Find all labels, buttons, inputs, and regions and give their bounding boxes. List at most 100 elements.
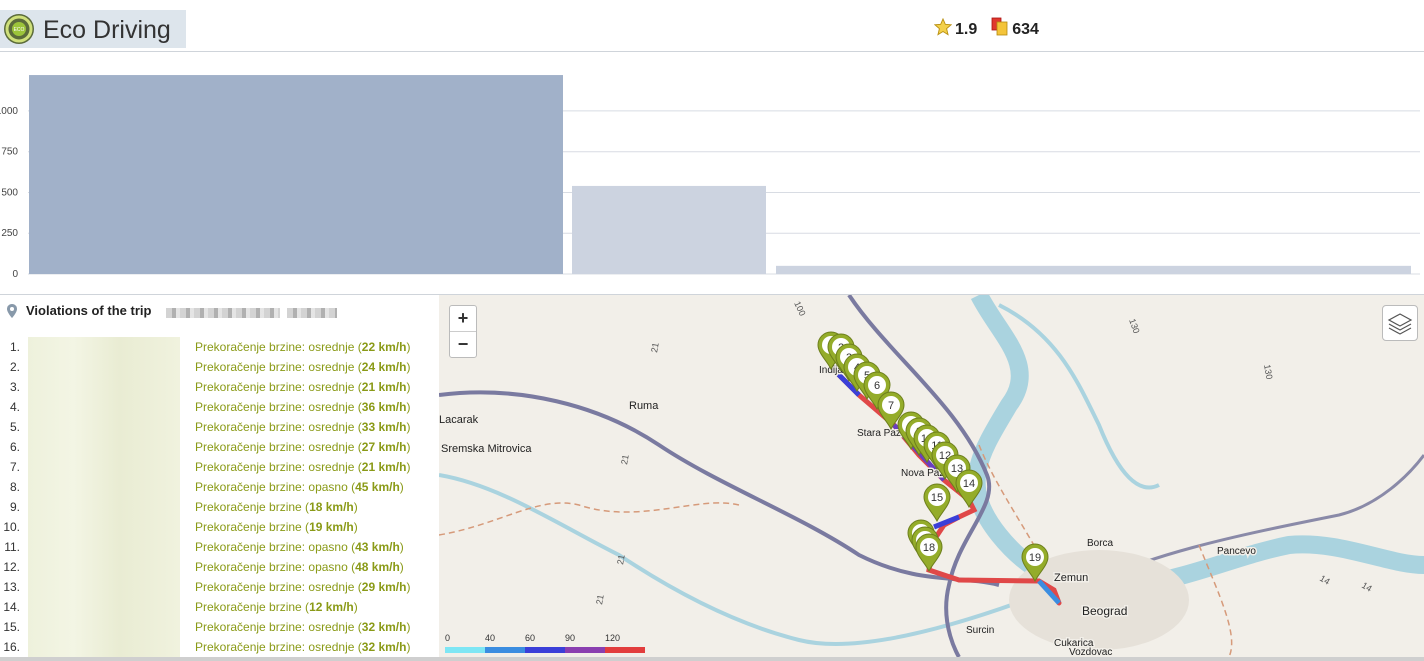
violation-close: ) (406, 340, 411, 354)
redacted-violation-time (28, 557, 180, 577)
violation-text[interactable]: Prekoračenje brzine (18 km/h) (195, 500, 358, 514)
violation-row[interactable]: 5. Prekoračenje brzine: osrednje (33 km/h… (0, 417, 438, 437)
violation-row[interactable]: 9. Prekoračenje brzine (18 km/h) (0, 497, 438, 517)
speed-legend-tick: 0 (445, 633, 451, 643)
violation-row[interactable]: 6. Prekoračenje brzine: osrednje (27 km/h… (0, 437, 438, 457)
location-pin-icon (7, 303, 17, 318)
map-canvas[interactable]: RumaLacarakSremska MitrovicaStara Pazova… (439, 295, 1424, 657)
violation-speed: 33 km/h (361, 420, 407, 434)
violation-marker[interactable]: 18 (915, 533, 943, 573)
violation-text[interactable]: Prekoračenje brzine: opasno (45 km/h) (195, 480, 404, 494)
violation-desc: Prekoračenje brzine: osrednje ( (195, 440, 362, 454)
violation-row[interactable]: 8. Prekoračenje brzine: opasno (45 km/h) (0, 477, 438, 497)
zoom-out-button[interactable]: − (450, 332, 476, 357)
map-road-label: 100 (792, 300, 807, 318)
violation-text[interactable]: Prekoračenje brzine: osrednje (29 km/h) (195, 580, 410, 594)
violation-speed: 21 km/h (361, 460, 407, 474)
violation-number: 9. (9, 500, 20, 514)
violation-number: 7. (9, 460, 20, 474)
violation-close: ) (406, 360, 411, 374)
violation-number: 4. (9, 400, 20, 414)
violation-row[interactable]: 2. Prekoračenje brzine: osrednje (24 km/h… (0, 357, 438, 377)
violation-text[interactable]: Prekoračenje brzine: osrednje (22 km/h) (195, 340, 410, 354)
marker-label: 18 (923, 542, 935, 554)
violation-close: ) (353, 500, 358, 514)
map-place-label: Vozdovac (1069, 647, 1112, 657)
speed-legend-labels: 0 40 60 90 120 (445, 633, 645, 643)
map-place-label: Lacarak (439, 414, 479, 426)
redacted-trip-id (166, 308, 280, 318)
violation-row[interactable]: 11. Prekoračenje brzine: opasno (43 km/h) (0, 537, 438, 557)
violation-desc: Prekoračenje brzine: opasno ( (195, 480, 356, 494)
map-place-label: Zemun (1054, 572, 1088, 584)
violation-desc: Prekoračenje brzine: osrednje ( (195, 360, 362, 374)
violation-row[interactable]: 14. Prekoračenje brzine (12 km/h) (0, 597, 438, 617)
violation-text[interactable]: Prekoračenje brzine (19 km/h) (195, 520, 358, 534)
violation-close: ) (353, 520, 358, 534)
violation-row[interactable]: 15. Prekoračenje brzine: osrednje (32 km/… (0, 617, 438, 637)
marker-label: 6 (874, 380, 880, 392)
violation-row[interactable]: 10. Prekoračenje brzine (19 km/h) (0, 517, 438, 537)
violation-text[interactable]: Prekoračenje brzine: osrednje (27 km/h) (195, 440, 410, 454)
violation-row[interactable]: 3. Prekoračenje brzine: osrednje (21 km/h… (0, 377, 438, 397)
violation-text[interactable]: Prekoračenje brzine: osrednje (33 km/h) (195, 420, 410, 434)
violation-row[interactable]: 7. Prekoračenje brzine: osrednje (21 km/h… (0, 457, 438, 477)
violation-desc: Prekoračenje brzine: osrednje ( (195, 640, 362, 654)
app-logo[interactable]: ECO Eco Driving (0, 10, 186, 48)
star-icon (934, 18, 952, 36)
redacted-violation-time (28, 417, 180, 437)
violation-text[interactable]: Prekoračenje brzine: opasno (43 km/h) (195, 540, 404, 554)
violation-close: ) (406, 420, 411, 434)
speed-legend-swatch (605, 647, 645, 653)
violation-row[interactable]: 1. Prekoračenje brzine: osrednje (22 km/h… (0, 337, 438, 357)
speed-legend-swatch (485, 647, 525, 653)
map-place-label: Borca (1087, 538, 1114, 549)
violation-text[interactable]: Prekoračenje brzine: osrednje (21 km/h) (195, 460, 410, 474)
violation-speed: 29 km/h (361, 580, 407, 594)
violation-row[interactable]: 13. Prekoračenje brzine: osrednje (29 km/… (0, 577, 438, 597)
violation-text[interactable]: Prekoračenje brzine: osrednje (24 km/h) (195, 360, 410, 374)
cards-icon (991, 17, 1008, 36)
violation-text[interactable]: Prekoračenje brzine: osrednje (32 km/h) (195, 640, 410, 654)
violation-close: ) (406, 580, 411, 594)
violation-number: 3. (9, 380, 20, 394)
redacted-violation-time (28, 617, 180, 637)
chart-bar[interactable] (29, 75, 563, 274)
map-road-label: 21 (619, 454, 631, 466)
violation-text[interactable]: Prekoračenje brzine: osrednje (21 km/h) (195, 380, 410, 394)
map-place-label: Ruma (629, 400, 659, 412)
violation-speed: 45 km/h (355, 480, 400, 494)
violation-text[interactable]: Prekoračenje brzine (12 km/h) (195, 600, 358, 614)
chart-bar[interactable] (572, 185, 766, 274)
redacted-violation-time (28, 597, 180, 617)
violation-speed: 43 km/h (355, 540, 400, 554)
y-tick-label: 750 (1, 147, 18, 158)
zoom-in-button[interactable]: + (450, 306, 476, 332)
trip-map[interactable]: Ruma Lacarak Sremska Mitrovica Stara Pazova… (439, 295, 1424, 657)
bar-chart: 1000 750 500 250 0 (0, 52, 1424, 295)
violation-speed: 24 km/h (361, 360, 407, 374)
chart-bar[interactable] (776, 265, 1411, 274)
redacted-violation-time (28, 457, 180, 477)
speed-legend-swatch (525, 647, 565, 653)
violation-row[interactable]: 12. Prekoračenje brzine: opasno (48 km/h) (0, 557, 438, 577)
violation-close: ) (406, 400, 411, 414)
violation-close: ) (353, 600, 358, 614)
layers-button[interactable] (1382, 305, 1418, 341)
map-road-label: 14 (1360, 580, 1374, 594)
redacted-violation-time (28, 437, 180, 457)
marker-label: 15 (931, 492, 943, 504)
violations-panel: Violations of the trip 1. Prekoračenje br… (0, 295, 438, 661)
violation-text[interactable]: Prekoračenje brzine: opasno (48 km/h) (195, 560, 404, 574)
violation-speed: 32 km/h (361, 620, 407, 634)
violation-speed: 22 km/h (361, 340, 407, 354)
speed-legend-tick: 60 (525, 633, 536, 643)
violation-row[interactable]: 4. Prekoračenje brzine: osrednje (36 km/h… (0, 397, 438, 417)
violation-text[interactable]: Prekoračenje brzine: osrednje (32 km/h) (195, 620, 410, 634)
violations-title: Violations of the trip (26, 303, 152, 318)
violation-number: 12. (3, 560, 20, 574)
violation-text[interactable]: Prekoračenje brzine: osrednje (36 km/h) (195, 400, 410, 414)
violation-number: 14. (3, 600, 20, 614)
violation-row[interactable]: 16. Prekoračenje brzine: osrednje (32 km/… (0, 637, 438, 657)
violation-marker[interactable]: 15 (923, 483, 951, 523)
